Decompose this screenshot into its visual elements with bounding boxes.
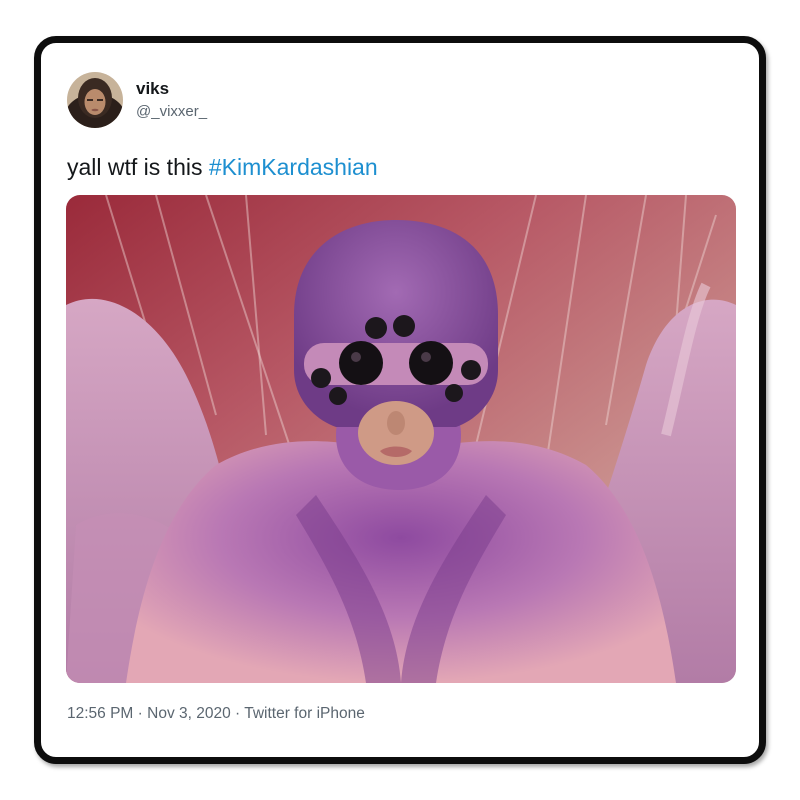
tweet-time[interactable]: 12:56 PM [67,705,133,722]
tweet-body-text: yall wtf is this [67,154,209,180]
tweet-photo [66,195,736,683]
avatar-photo [67,72,123,128]
tweet-source[interactable]: Twitter for iPhone [244,705,365,722]
tweet-text: yall wtf is this #KimKardashian [67,152,378,182]
tweet-image[interactable] [66,195,736,683]
display-name[interactable]: viks [136,79,169,99]
tweet-meta: 12:56 PM · Nov 3, 2020 · Twitter for iPh… [67,704,365,724]
meta-separator: · [133,705,148,722]
meta-separator: · [230,705,245,722]
tweet-date[interactable]: Nov 3, 2020 [147,705,231,722]
avatar[interactable] [67,72,123,128]
user-handle[interactable]: @_vixxer_ [136,103,207,121]
hashtag-link[interactable]: #KimKardashian [209,154,378,180]
